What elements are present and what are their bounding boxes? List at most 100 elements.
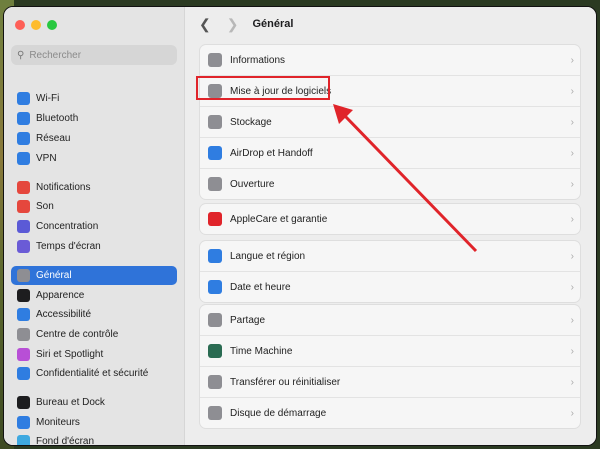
search-icon: ⚲	[17, 49, 25, 61]
storage-icon	[208, 115, 222, 129]
chevron-right-icon: ›	[570, 407, 574, 419]
sidebar-item[interactable]: Temps d'écran	[11, 237, 177, 256]
chevron-right-icon: ›	[570, 213, 574, 225]
chevron-right-icon: ›	[570, 345, 574, 357]
speaker-icon	[17, 200, 30, 213]
reset-icon	[208, 375, 222, 389]
chevron-right-icon: ›	[570, 314, 574, 326]
sidebar-item[interactable]: Son	[11, 197, 177, 216]
dock-icon	[17, 396, 30, 409]
settings-group: Partage › Time Machine › Transférer ou réini…	[199, 304, 581, 429]
sidebar-item[interactable]: Concentration	[11, 217, 177, 236]
settings-row[interactable]: AppleCare et garantie ›	[200, 204, 580, 234]
control-center-icon	[17, 328, 30, 341]
settings-row-label: Time Machine	[230, 345, 293, 357]
sidebar-item[interactable]: Accessibilité	[11, 305, 177, 324]
annotation-highlight-box	[196, 76, 330, 100]
chevron-right-icon: ›	[570, 250, 574, 262]
settings-row-label: Date et heure	[230, 281, 291, 293]
settings-window: ⚲ Rechercher Wi-Fi Bluetooth Réseau VPN Noti…	[3, 6, 597, 446]
settings-row-label: Stockage	[230, 116, 272, 128]
sidebar-item-label: Bluetooth	[36, 113, 79, 124]
settings-group: Informations › Mise à jour de logiciels › St…	[199, 44, 581, 200]
sidebar-item[interactable]: VPN	[11, 149, 177, 168]
minimize-button[interactable]	[31, 20, 41, 30]
settings-row[interactable]: AirDrop et Handoff ›	[200, 137, 580, 168]
sidebar-item[interactable]: Apparence	[11, 286, 177, 305]
language-globe-icon	[208, 249, 222, 263]
sharing-icon	[208, 313, 222, 327]
page-title: Général	[252, 18, 294, 30]
sidebar-item-label: Accessibilité	[36, 309, 92, 320]
wallpaper-icon	[17, 435, 30, 445]
window-controls	[15, 20, 57, 30]
sidebar-item[interactable]: Réseau	[11, 129, 177, 148]
sidebar-item[interactable]: Moniteurs	[11, 413, 177, 432]
sidebar-item-label: Son	[36, 201, 54, 212]
sidebar-item[interactable]: Général	[11, 266, 177, 285]
chevron-right-icon: ›	[570, 281, 574, 293]
settings-group: Langue et région › Date et heure ›	[199, 240, 581, 303]
gear-icon	[17, 269, 30, 282]
settings-row[interactable]: Partage ›	[200, 305, 580, 335]
startup-disk-icon	[208, 406, 222, 420]
sidebar-item-label: Temps d'écran	[36, 241, 101, 252]
login-items-icon	[208, 177, 222, 191]
wifi-icon	[17, 92, 30, 105]
sidebar-item[interactable]: Fond d'écran	[11, 432, 177, 446]
accessibility-icon	[17, 308, 30, 321]
bluetooth-icon	[17, 112, 30, 125]
forward-button[interactable]: ❯	[227, 16, 239, 33]
settings-row[interactable]: Ouverture ›	[200, 168, 580, 199]
sidebar-item-label: Wi-Fi	[36, 93, 60, 104]
sidebar-item[interactable]: Siri et Spotlight	[11, 345, 177, 364]
settings-row-label: AirDrop et Handoff	[230, 147, 313, 159]
info-icon	[208, 53, 222, 67]
bell-icon	[17, 181, 30, 194]
siri-icon	[17, 348, 30, 361]
sidebar-item[interactable]: Bureau et Dock	[11, 393, 177, 412]
sidebar-item-label: Moniteurs	[36, 417, 80, 428]
sidebar: ⚲ Rechercher Wi-Fi Bluetooth Réseau VPN Noti…	[4, 7, 185, 445]
back-button[interactable]: ❮	[199, 16, 211, 33]
settings-row[interactable]: Date et heure ›	[200, 271, 580, 302]
hourglass-icon	[17, 240, 30, 253]
settings-row-label: Disque de démarrage	[230, 407, 327, 419]
settings-row-label: Transférer ou réinitialiser	[230, 376, 341, 388]
sidebar-item[interactable]: Wi-Fi	[11, 89, 177, 108]
settings-row[interactable]: Transférer ou réinitialiser ›	[200, 366, 580, 397]
sidebar-item-label: Apparence	[36, 290, 85, 301]
airdrop-icon	[208, 146, 222, 160]
moon-icon	[17, 220, 30, 233]
vpn-icon	[17, 152, 30, 165]
settings-row-label: Langue et région	[230, 250, 306, 262]
sidebar-item[interactable]: Bluetooth	[11, 109, 177, 128]
sidebar-item[interactable]: Notifications	[11, 178, 177, 197]
chevron-right-icon: ›	[570, 178, 574, 190]
sidebar-item[interactable]: Centre de contrôle	[11, 325, 177, 344]
sidebar-item-label: Réseau	[36, 133, 71, 144]
settings-row-label: Ouverture	[230, 178, 275, 190]
settings-row[interactable]: Time Machine ›	[200, 335, 580, 366]
calendar-clock-icon	[208, 280, 222, 294]
sidebar-item[interactable]: Confidentialité et sécurité	[11, 364, 177, 383]
search-input[interactable]: ⚲ Rechercher	[11, 45, 177, 65]
hand-icon	[17, 367, 30, 380]
settings-row[interactable]: Disque de démarrage ›	[200, 397, 580, 428]
settings-row[interactable]: Stockage ›	[200, 106, 580, 137]
chevron-right-icon: ›	[570, 85, 574, 97]
zoom-button[interactable]	[47, 20, 57, 30]
settings-row-label: Informations	[230, 54, 286, 66]
sidebar-item-label: Bureau et Dock	[36, 397, 105, 408]
settings-row[interactable]: Informations ›	[200, 45, 580, 75]
time-machine-icon	[208, 344, 222, 358]
search-placeholder: Rechercher	[29, 49, 82, 61]
sidebar-item-label: VPN	[36, 153, 57, 164]
chevron-right-icon: ›	[570, 116, 574, 128]
apple-icon	[208, 212, 222, 226]
sidebar-item-label: Fond d'écran	[36, 436, 95, 446]
settings-row[interactable]: Langue et région ›	[200, 241, 580, 271]
close-button[interactable]	[15, 20, 25, 30]
chevron-right-icon: ›	[570, 376, 574, 388]
globe-icon	[17, 132, 30, 145]
